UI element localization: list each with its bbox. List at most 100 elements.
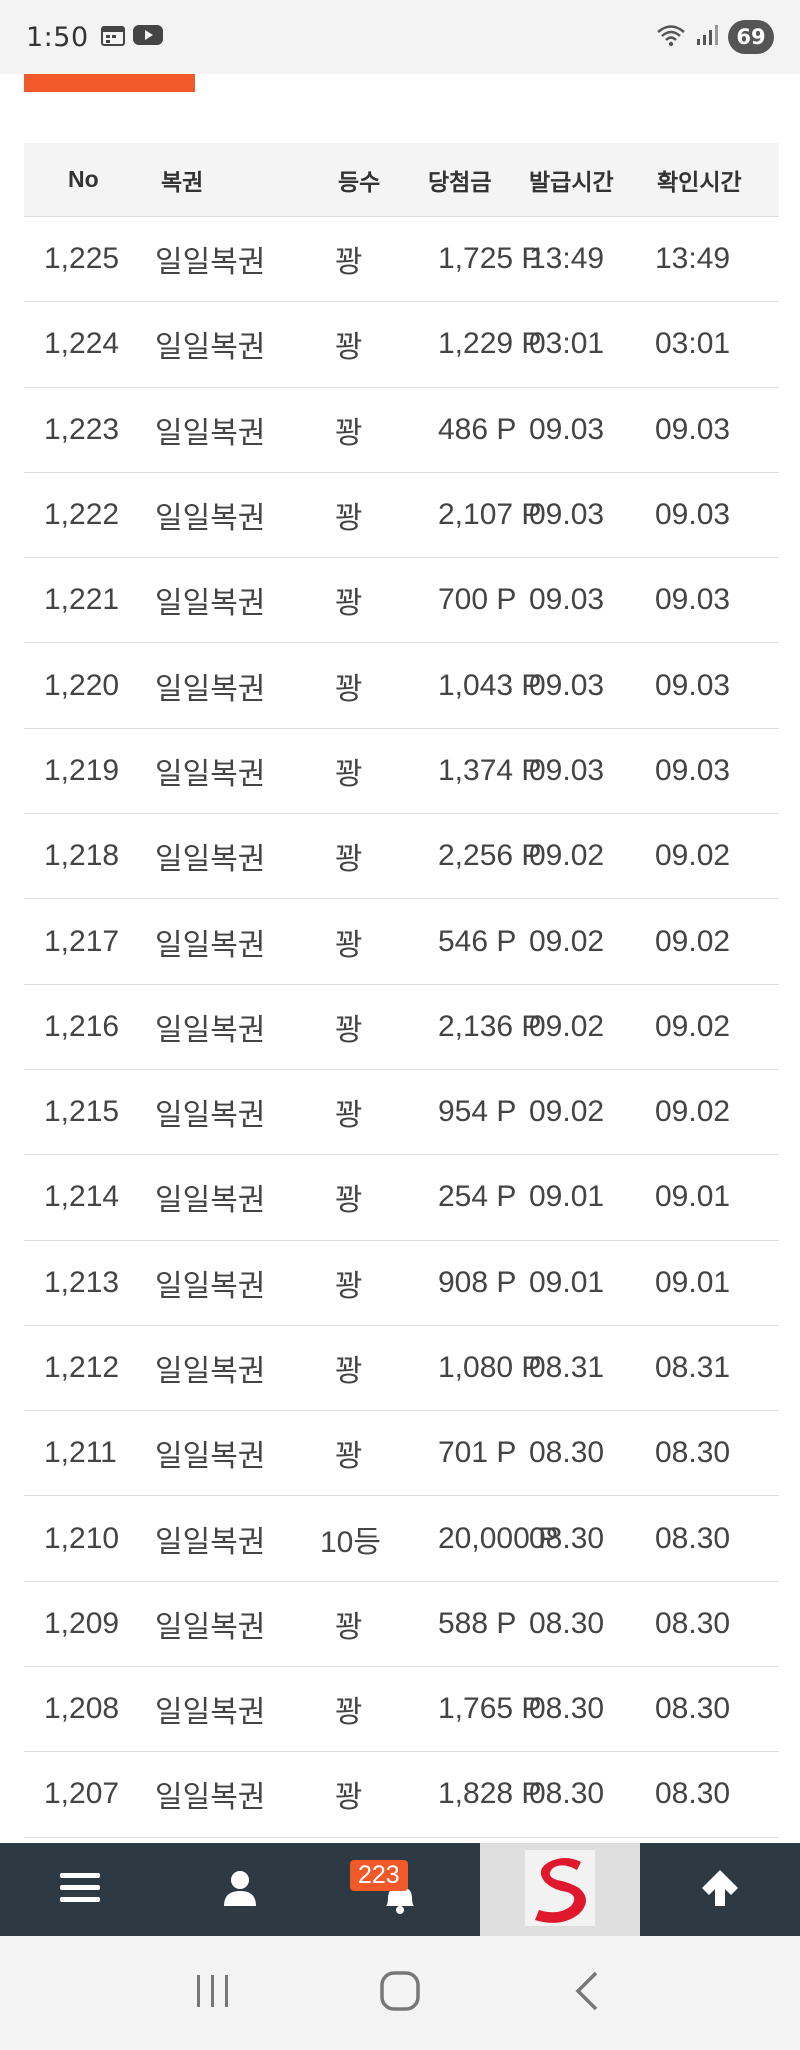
cell-rank: 꽝 <box>335 416 363 450</box>
cell-rank: 10등 <box>320 1525 381 1559</box>
cell-checked: 09.01 <box>655 1180 731 1214</box>
cell-checked: 09.02 <box>655 1009 731 1043</box>
cell-issued: 08.30 <box>529 1777 605 1811</box>
cell-no: 1,215 <box>44 1095 120 1129</box>
cell-checked: 09.02 <box>655 924 731 958</box>
cell-rank: 꽝 <box>335 1269 363 1303</box>
cell-type: 일일복권 <box>155 1525 266 1559</box>
cell-issued: 08.30 <box>529 1521 605 1555</box>
status-bar: 1:50 69 <box>0 0 800 74</box>
home-logo-button[interactable] <box>480 1843 640 1936</box>
cell-issued: 09.02 <box>529 1095 605 1129</box>
header-rank: 등수 <box>338 168 381 195</box>
back-button[interactable] <box>547 1963 627 2023</box>
cell-no: 1,219 <box>44 753 120 787</box>
cell-issued: 09.03 <box>529 753 605 787</box>
table-row: 1,208 일일복권 꽝 1,765 P 08.30 08.30 <box>24 1667 779 1753</box>
cell-type: 일일복권 <box>155 1099 266 1133</box>
cell-type: 일일복권 <box>155 502 266 536</box>
menu-button[interactable] <box>0 1843 160 1936</box>
scroll-top-button[interactable] <box>640 1843 800 1936</box>
cell-issued: 09.03 <box>529 668 605 702</box>
table-row: 1,211 일일복권 꽝 701 P 08.30 08.30 <box>24 1411 779 1497</box>
cell-type: 일일복권 <box>155 1440 266 1474</box>
cell-prize: 1,080 P <box>438 1351 542 1384</box>
cell-rank: 꽝 <box>335 843 363 877</box>
back-icon <box>572 1970 602 2016</box>
table-row: 1,212 일일복권 꽝 1,080 P 08.31 08.31 <box>24 1326 779 1412</box>
cell-no: 1,207 <box>44 1777 120 1811</box>
table-row: 1,213 일일복권 꽝 908 P 09.01 09.01 <box>24 1241 779 1326</box>
cell-no: 1,223 <box>44 412 120 446</box>
cell-no: 1,208 <box>44 1692 120 1726</box>
cell-issued: 08.30 <box>529 1606 605 1640</box>
cell-issued: 08.30 <box>529 1436 605 1470</box>
header-issued: 발급시간 <box>529 168 614 195</box>
cell-prize: 20,000 P <box>438 1521 559 1555</box>
cell-rank: 꽝 <box>335 1781 363 1815</box>
cell-prize: 2,256 P <box>438 839 542 873</box>
cell-issued: 09.03 <box>529 583 605 617</box>
cell-type: 일일복권 <box>155 331 266 365</box>
cell-checked: 08.30 <box>655 1692 731 1726</box>
cell-rank: 꽝 <box>335 1440 363 1474</box>
cell-issued: 09.01 <box>529 1180 605 1214</box>
cell-rank: 꽝 <box>335 331 363 365</box>
cell-type: 일일복권 <box>155 928 266 962</box>
cell-no: 1,212 <box>44 1351 120 1384</box>
cell-rank: 꽝 <box>335 1610 363 1644</box>
site-logo <box>525 1849 595 1930</box>
header-prize: 당첨금 <box>428 168 492 195</box>
signal-icon <box>696 24 718 50</box>
table-row: 1,209 일일복권 꽝 588 P 08.30 08.30 <box>24 1582 779 1668</box>
cell-prize: 2,107 P <box>438 498 542 532</box>
cell-type: 일일복권 <box>155 672 266 706</box>
cell-no: 1,218 <box>44 839 120 873</box>
cell-issued: 09.02 <box>529 924 605 958</box>
cell-no: 1,213 <box>44 1265 120 1299</box>
cell-issued: 03:01 <box>529 327 605 361</box>
cell-type: 일일복권 <box>155 843 266 877</box>
table-row: 1,215 일일복권 꽝 954 P 09.02 09.02 <box>24 1070 779 1156</box>
cell-no: 1,221 <box>44 583 120 617</box>
cell-issued: 08.31 <box>529 1351 605 1384</box>
header-checked: 확인시간 <box>657 168 742 195</box>
cell-prize: 701 P <box>438 1436 517 1470</box>
recent-apps-button[interactable] <box>173 1963 253 2023</box>
battery-indicator: 69 <box>728 20 774 54</box>
cell-checked: 09.03 <box>655 753 731 787</box>
cell-checked: 08.31 <box>655 1351 731 1384</box>
cell-prize: 2,136 P <box>438 1009 542 1043</box>
cell-prize: 546 P <box>438 924 517 958</box>
cell-issued: 08.30 <box>529 1692 605 1726</box>
cell-prize: 700 P <box>438 583 517 617</box>
calendar-icon <box>100 24 125 50</box>
cell-checked: 08.30 <box>655 1436 731 1470</box>
home-button[interactable] <box>360 1963 440 2023</box>
cell-no: 1,216 <box>44 1009 120 1043</box>
cell-prize: 486 P <box>438 412 517 446</box>
cell-checked: 08.30 <box>655 1606 731 1640</box>
cell-checked: 13:49 <box>655 242 731 276</box>
cell-no: 1,225 <box>44 242 120 276</box>
user-icon <box>223 1870 257 1910</box>
menu-icon <box>60 1872 100 1908</box>
cell-type: 일일복권 <box>155 757 266 791</box>
cell-type: 일일복권 <box>155 1184 266 1218</box>
bottom-nav: 223 <box>0 1843 800 1936</box>
cell-rank: 꽝 <box>335 587 363 621</box>
header-type: 복권 <box>161 168 204 195</box>
cell-prize: 1,765 P <box>438 1692 542 1726</box>
home-icon <box>379 1970 421 2016</box>
recent-apps-icon <box>193 1973 233 2013</box>
cell-prize: 1,828 P <box>438 1777 542 1811</box>
wifi-icon <box>656 23 686 51</box>
profile-button[interactable] <box>160 1843 320 1936</box>
notifications-button[interactable]: 223 <box>320 1843 480 1936</box>
cell-prize: 1,229 P <box>438 327 542 361</box>
cell-checked: 08.30 <box>655 1521 731 1555</box>
cell-checked: 09.03 <box>655 668 731 702</box>
table-row: 1,217 일일복권 꽝 546 P 09.02 09.02 <box>24 899 779 985</box>
cell-rank: 꽝 <box>335 502 363 536</box>
cell-type: 일일복권 <box>155 1355 266 1388</box>
